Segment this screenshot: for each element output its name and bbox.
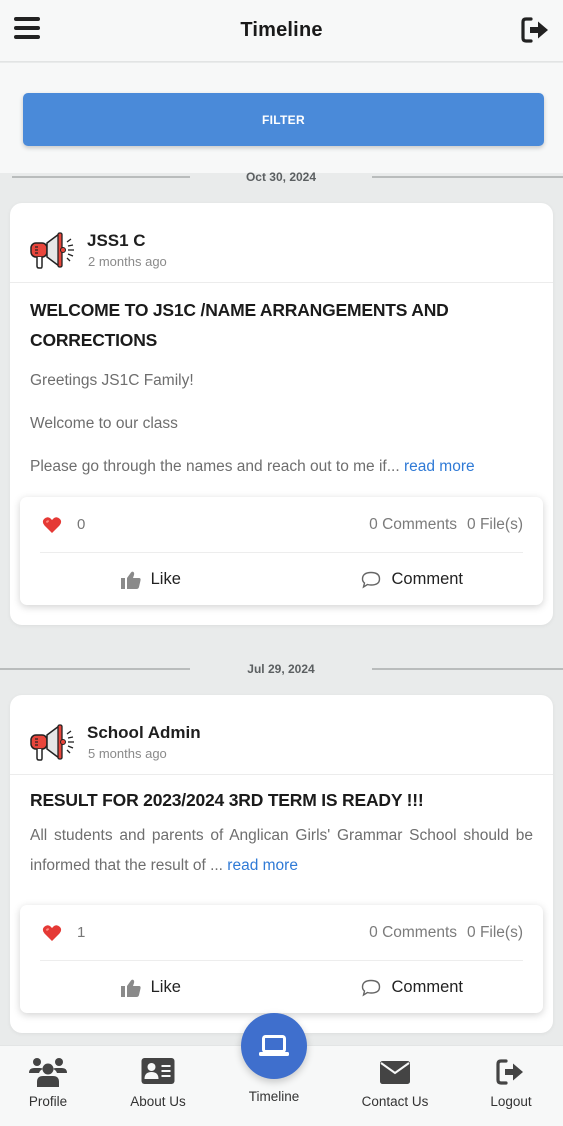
comment-button[interactable]: Comment <box>282 962 544 1013</box>
post-stats: 1 0 Comments 0 File(s) <box>40 905 523 961</box>
post-card: JSS1 C 2 months ago WELCOME TO JS1C /NAM… <box>10 203 553 625</box>
date-label: Oct 30, 2024 <box>245 170 317 184</box>
comment-icon <box>362 979 381 997</box>
post-body: Greetings JS1C Family! Welcome to our cl… <box>10 366 553 482</box>
heart-icon <box>42 516 62 533</box>
like-label: Like <box>150 978 181 996</box>
users-icon <box>29 1058 67 1087</box>
nav-item-profile[interactable]: Profile <box>0 1046 96 1126</box>
post-title: RESULT FOR 2023/2024 3RD TERM IS READY !… <box>30 790 424 810</box>
post-author[interactable]: School Admin <box>87 723 201 743</box>
post-stats: 0 0 Comments 0 File(s) <box>40 497 523 553</box>
header-logout-button[interactable] <box>521 16 551 44</box>
nav-item-contact-us[interactable]: Contact Us <box>347 1046 443 1126</box>
post-actions: 0 0 Comments 0 File(s) Like Comment <box>20 497 543 605</box>
file-count[interactable]: 0 File(s) <box>467 516 523 533</box>
thumbs-up-icon <box>120 571 141 589</box>
menu-button[interactable] <box>14 17 42 43</box>
post-time: 5 months ago <box>88 746 167 761</box>
megaphone-icon <box>30 232 74 269</box>
post-header: School Admin 5 months ago <box>10 695 553 775</box>
megaphone-icon <box>30 724 74 761</box>
id-card-icon <box>141 1058 175 1084</box>
like-count: 0 <box>77 516 86 533</box>
post-author[interactable]: JSS1 C <box>87 231 146 251</box>
nav-item-logout[interactable]: Logout <box>463 1046 559 1126</box>
post-actions: 1 0 Comments 0 File(s) Like Comment <box>20 905 543 1013</box>
envelope-icon <box>380 1061 410 1084</box>
read-more-link[interactable]: read more <box>404 458 475 475</box>
post-excerpt: Please go through the names and reach ou… <box>30 458 404 475</box>
nav-label: Logout <box>490 1094 532 1109</box>
post-paragraph: Greetings JS1C Family! <box>30 372 194 389</box>
post-time: 2 months ago <box>88 254 167 269</box>
file-count[interactable]: 0 File(s) <box>467 924 523 941</box>
sign-out-icon <box>496 1059 523 1085</box>
date-separator: Jul 29, 2024 <box>0 661 563 677</box>
post-header: JSS1 C 2 months ago <box>10 203 553 283</box>
nav-label: About Us <box>130 1094 186 1109</box>
comment-count[interactable]: 0 Comments <box>369 924 457 941</box>
like-button[interactable]: Like <box>20 962 282 1013</box>
nav-item-timeline[interactable] <box>241 1013 307 1079</box>
comment-button[interactable]: Comment <box>282 554 544 605</box>
comment-icon <box>362 571 381 589</box>
comment-label: Comment <box>391 978 464 996</box>
nav-label: Contact Us <box>361 1094 429 1109</box>
date-label: Jul 29, 2024 <box>247 662 315 676</box>
page-title: Timeline <box>240 19 323 41</box>
nav-label-timeline: Timeline <box>248 1089 300 1104</box>
comment-count[interactable]: 0 Comments <box>369 516 457 533</box>
filter-button[interactable]: FILTER <box>23 93 544 146</box>
post-paragraph: All students and parents of Anglican Gir… <box>30 821 533 881</box>
nav-label: Profile <box>28 1094 68 1109</box>
hamburger-menu-icon <box>14 17 42 39</box>
post-paragraph: Welcome to our class <box>30 415 178 432</box>
like-button[interactable]: Like <box>20 554 282 605</box>
laptop-icon <box>259 1035 289 1056</box>
comment-label: Comment <box>391 570 464 588</box>
like-count: 1 <box>77 924 86 941</box>
read-more-link[interactable]: read more <box>227 857 298 874</box>
nav-item-about-us[interactable]: About Us <box>110 1046 206 1126</box>
sign-out-icon <box>521 17 548 43</box>
post-title: WELCOME TO JS1C /NAME ARRANGEMENTS AND C… <box>30 300 449 350</box>
post-card: School Admin 5 months ago RESULT FOR 202… <box>10 695 553 1033</box>
date-separator: Oct 30, 2024 <box>12 169 563 185</box>
post-body: All students and parents of Anglican Gir… <box>10 821 553 881</box>
app-header: Timeline <box>0 0 563 62</box>
like-label: Like <box>150 570 181 588</box>
thumbs-up-icon <box>120 979 141 997</box>
post-paragraph: Please go through the names and reach ou… <box>30 452 533 482</box>
heart-icon <box>42 924 62 941</box>
